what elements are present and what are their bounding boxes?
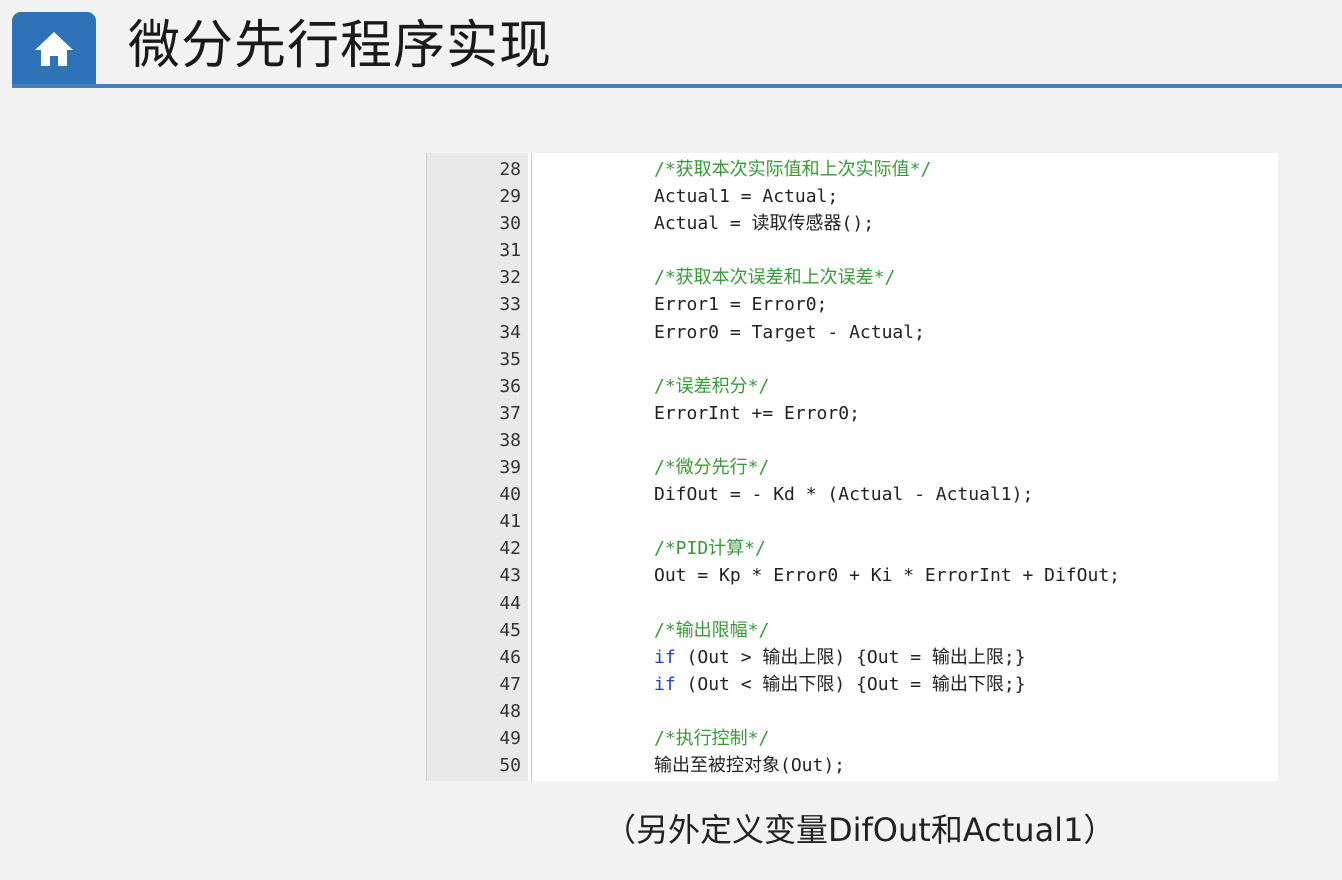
code-content: Out = Kp * Error0 + Ki * ErrorInt + DifO… <box>654 565 1120 587</box>
line-number: 48 <box>499 700 521 722</box>
code-content: /*获取本次实际值和上次实际值*/ <box>654 159 932 180</box>
line-number: 34 <box>499 321 521 343</box>
line-number: 31 <box>499 240 521 262</box>
line-number: 35 <box>499 348 521 370</box>
code-comment: /*执行控制*/ <box>654 725 769 752</box>
line-number: 37 <box>499 402 521 424</box>
code-content: 输出至被控对象(Out); <box>654 755 846 777</box>
code-content: /*误差积分*/ <box>654 375 770 397</box>
line-number: 33 <box>499 294 521 316</box>
code-content: /*PID计算*/ <box>654 538 766 560</box>
line-number: 38 <box>499 429 521 451</box>
code-line: 30 Actual = 读取传感器(); <box>426 210 1278 237</box>
code-line: 44 <box>426 590 1278 617</box>
home-icon <box>35 32 73 66</box>
line-number: 30 <box>499 213 521 235</box>
line-number: 43 <box>499 565 521 587</box>
code-comment: /*获取本次实际值和上次实际值*/ <box>654 156 931 183</box>
code-text: Out = Kp * Error0 + Ki * ErrorInt + DifO… <box>654 562 1120 589</box>
code-line: 39 /*微分先行*/ <box>426 454 1278 481</box>
code-content: /*执行控制*/ <box>654 727 770 749</box>
code-content: Actual1 = Actual; <box>654 186 839 208</box>
code-content: /*获取本次误差和上次误差*/ <box>654 267 896 289</box>
code-line: 40 DifOut = - Kd * (Actual - Actual1); <box>426 481 1278 508</box>
code-text: Actual = 读取传感器(); <box>654 210 874 237</box>
code-content: Error1 = Error0; <box>654 294 828 316</box>
code-line: 37 ErrorInt += Error0; <box>426 400 1278 427</box>
code-line: 35 <box>426 346 1278 373</box>
code-comment: /*输出限幅*/ <box>654 617 769 644</box>
code-line: 50 输出至被控对象(Out); <box>426 752 1278 779</box>
line-number: 50 <box>499 755 521 777</box>
line-number: 29 <box>499 186 521 208</box>
code-line: 33 Error1 = Error0; <box>426 291 1278 318</box>
line-number: 46 <box>499 646 521 668</box>
code-line: 42 /*PID计算*/ <box>426 535 1278 562</box>
slide-header: 微分先行程序实现 <box>0 0 1342 90</box>
line-number: 49 <box>499 727 521 749</box>
code-editor: 28/*获取本次实际值和上次实际值*/29 Actual1 = Actual; 30… <box>426 153 1278 781</box>
code-content: /*输出限幅*/ <box>654 619 770 641</box>
line-number: 36 <box>499 375 521 397</box>
code-content: Actual = 读取传感器(); <box>654 213 875 235</box>
code-line: 36 /*误差积分*/ <box>426 373 1278 400</box>
code-text: ErrorInt += Error0; <box>654 400 860 427</box>
home-button[interactable] <box>12 12 96 88</box>
code-comment: /*微分先行*/ <box>654 454 769 481</box>
code-comment: /*PID计算*/ <box>654 535 766 562</box>
line-number: 28 <box>499 159 521 180</box>
code-content: /*微分先行*/ <box>654 457 770 479</box>
code-comment: /*获取本次误差和上次误差*/ <box>654 264 895 291</box>
code-comment: /*误差积分*/ <box>654 373 769 400</box>
line-number: 32 <box>499 267 521 289</box>
code-content: (Out < 输出下限) {Out = 输出下限;} <box>675 673 1026 695</box>
code-text: DifOut = - Kd * (Actual - Actual1); <box>654 481 1033 508</box>
code-content: (Out > 输出上限) {Out = 输出上限;} <box>675 646 1026 668</box>
code-text: if (Out > 输出上限) {Out = 输出上限;} <box>654 644 1026 671</box>
code-line: 32 /*获取本次误差和上次误差*/ <box>426 264 1278 291</box>
code-content: DifOut = - Kd * (Actual - Actual1); <box>654 484 1034 506</box>
line-number: 40 <box>499 484 521 506</box>
code-line: 48 <box>426 698 1278 725</box>
line-number: 45 <box>499 619 521 641</box>
code-line: 41 <box>426 508 1278 535</box>
line-number: 44 <box>499 592 521 614</box>
code-line: 31 <box>426 237 1278 264</box>
line-number: 47 <box>499 673 521 695</box>
code-line: 43 Out = Kp * Error0 + Ki * ErrorInt + Di… <box>426 562 1278 589</box>
code-lines: 28/*获取本次实际值和上次实际值*/29 Actual1 = Actual; 30… <box>426 156 1278 779</box>
code-content: Error0 = Target - Actual; <box>654 321 925 343</box>
line-number: 41 <box>499 511 521 533</box>
code-line: 45 /*输出限幅*/ <box>426 617 1278 644</box>
code-text: 输出至被控对象(Out); <box>654 752 845 779</box>
code-content: ErrorInt += Error0; <box>654 402 860 424</box>
page-title: 微分先行程序实现 <box>128 16 553 76</box>
code-line: 34 Error0 = Target - Actual; <box>426 319 1278 346</box>
code-text: if (Out < 输出下限) {Out = 输出下限;} <box>654 671 1026 698</box>
line-number: 42 <box>499 538 521 560</box>
header-divider <box>12 84 1342 88</box>
code-text: Actual1 = Actual; <box>654 183 838 210</box>
code-text: Error1 = Error0; <box>654 291 827 318</box>
code-line: 28 /*获取本次实际值和上次实际值*/ <box>426 156 1278 183</box>
caption: （另外定义变量DifOut和Actual1） <box>604 811 1116 849</box>
code-keyword: if <box>654 646 676 668</box>
code-line: 49 /*执行控制*/ <box>426 725 1278 752</box>
code-text: Error0 = Target - Actual; <box>654 319 925 346</box>
code-keyword: if <box>654 673 676 695</box>
code-line: 46 if (Out > 输出上限) {Out = 输出上限;} <box>426 644 1278 671</box>
code-line: 47 if (Out < 输出下限) {Out = 输出下限;} <box>426 671 1278 698</box>
code-line: 38 <box>426 427 1278 454</box>
line-number: 39 <box>499 457 521 479</box>
code-line: 29 Actual1 = Actual; <box>426 183 1278 210</box>
